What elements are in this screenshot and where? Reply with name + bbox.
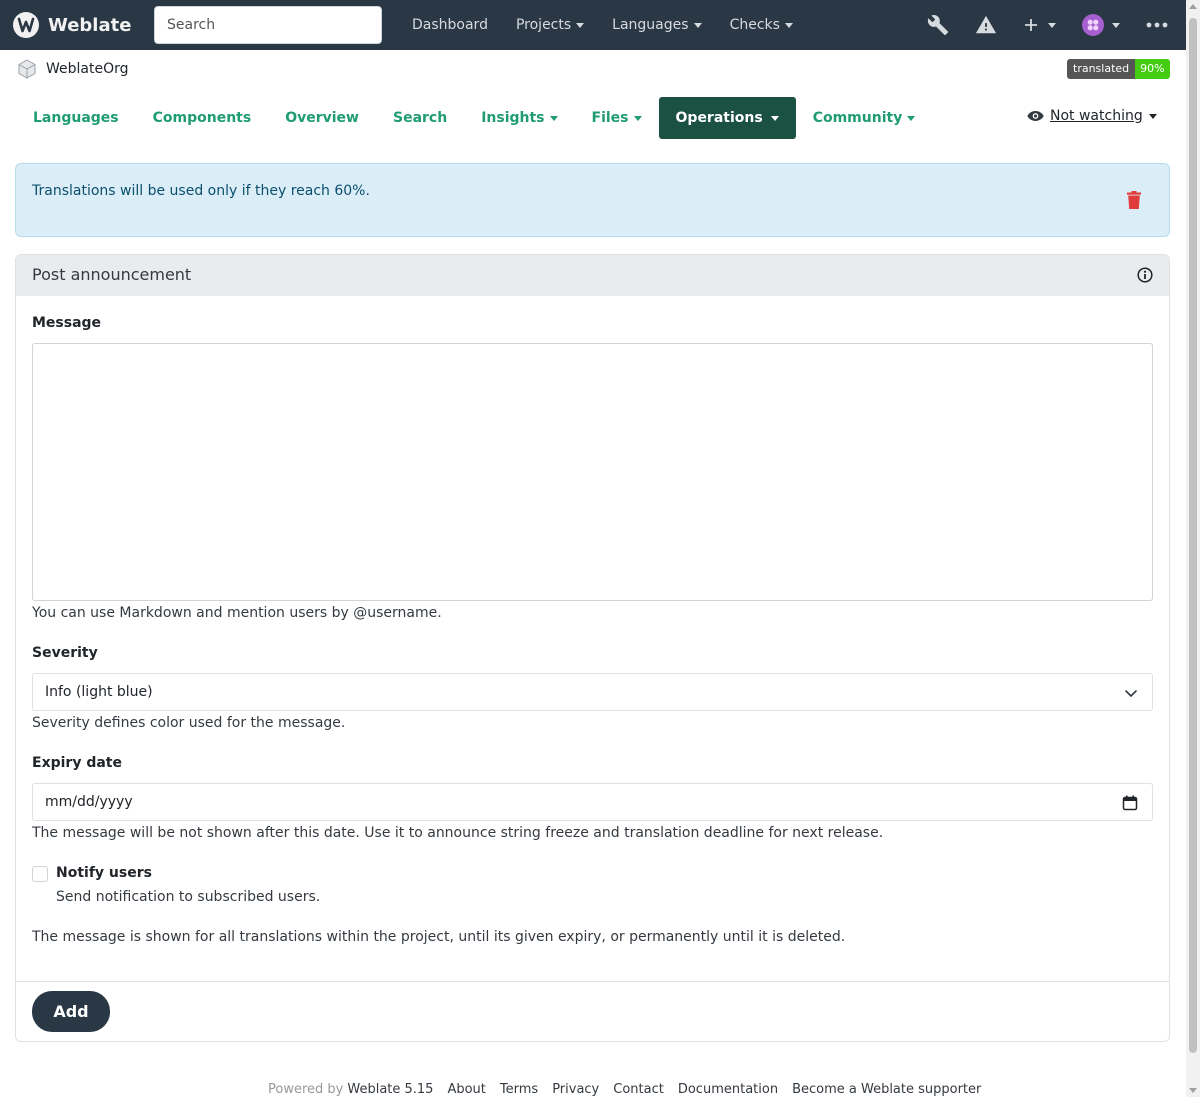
expiry-date-input[interactable]: mm/dd/yyyy [32,783,1153,821]
main-nav: Dashboard Projects Languages Checks [398,0,807,50]
card-title: Post announcement [32,265,192,284]
footer-version-link[interactable]: Weblate 5.15 [347,1082,433,1097]
user-menu[interactable] [1082,14,1120,36]
tab-overview[interactable]: Overview [268,97,376,139]
footer-supporter-link[interactable]: Become a Weblate supporter [792,1082,981,1097]
caret-down-icon [633,115,642,121]
watch-label: Not watching [1050,108,1143,124]
severity-label: Severity [32,645,98,661]
card-header: Post announcement [16,255,1169,296]
caret-down-icon [576,22,585,28]
tab-label: Community [812,110,903,126]
wrench-icon[interactable] [927,14,949,36]
tab-insights[interactable]: Insights [464,97,574,139]
powered-by-text: Powered by [268,1082,344,1097]
tab-label: Files [591,110,629,126]
notify-users-checkbox[interactable] [32,866,48,882]
severity-selected-value: Info (light blue) [45,684,153,700]
nav-languages[interactable]: Languages [598,17,715,33]
tab-label: Search [392,110,448,126]
trash-icon[interactable] [1127,191,1141,213]
footer-terms-link[interactable]: Terms [500,1082,538,1097]
expiry-label: Expiry date [32,755,122,771]
search-input[interactable] [154,6,382,44]
page-scrollbar[interactable] [1186,0,1200,1097]
breadcrumb: WeblateOrg [16,58,129,80]
expiry-help: The message will be not shown after this… [32,825,884,841]
expiry-placeholder: mm/dd/yyyy [45,794,133,810]
tab-label: Languages [33,110,119,126]
caret-down-icon [1112,22,1120,28]
message-textarea[interactable] [32,343,1153,601]
scroll-thumb[interactable] [1189,18,1197,1053]
tab-label: Operations [675,110,763,126]
caret-down-icon [1048,22,1056,28]
badge-value: 90% [1135,59,1170,79]
tab-community[interactable]: Community [796,97,933,139]
scroll-up-icon[interactable] [1189,4,1197,9]
tab-components[interactable]: Components [136,97,269,139]
tab-label: Components [152,110,252,126]
warning-icon[interactable] [975,14,997,36]
chevron-down-icon [1125,690,1137,697]
plus-icon[interactable] [1023,17,1056,33]
nav-projects-label: Projects [515,17,572,33]
caret-down-icon [693,22,702,28]
tab-operations[interactable]: Operations [658,97,796,139]
card-footer-divider [16,981,1169,982]
watch-dropdown[interactable]: Not watching [1027,108,1157,124]
nav-checks[interactable]: Checks [716,17,807,33]
nav-dashboard-label: Dashboard [412,17,488,33]
brand-link[interactable]: Weblate [12,11,131,39]
message-help: You can use Markdown and mention users b… [32,605,442,621]
notify-users-help: Send notification to subscribed users. [56,889,321,905]
caret-down-icon [907,115,916,121]
footer-about-link[interactable]: About [447,1082,485,1097]
page-footer: Powered by Weblate 5.15 About Terms Priv… [268,1082,981,1097]
calendar-icon[interactable] [1122,795,1138,811]
avatar [1082,14,1104,36]
brand-name: Weblate [48,14,132,36]
severity-help: Severity defines color used for the mess… [32,715,346,731]
tab-label: Insights [481,110,545,126]
eye-icon [1027,111,1044,121]
message-label: Message [32,315,102,331]
scope-help: The message is shown for all translation… [32,929,846,945]
footer-documentation-link[interactable]: Documentation [678,1082,778,1097]
tab-label: Overview [285,110,359,126]
caret-down-icon [784,22,793,28]
severity-select[interactable]: Info (light blue) [32,673,1153,711]
more-icon[interactable] [1146,22,1168,28]
announcement-alert: Translations will be used only if they r… [15,163,1170,237]
tab-languages[interactable]: Languages [16,97,136,139]
top-navbar: Weblate Dashboard Projects Languages Che… [0,0,1186,50]
nav-dashboard[interactable]: Dashboard [398,17,502,33]
tab-files[interactable]: Files [575,97,659,139]
breadcrumb-project[interactable]: WeblateOrg [46,61,129,77]
caret-down-icon [770,115,779,121]
caret-down-icon [549,115,558,121]
add-button[interactable]: Add [32,991,110,1032]
weblate-logo-icon [13,12,39,38]
scroll-down-icon[interactable] [1189,1088,1197,1093]
nav-right-tools [901,0,1168,50]
nav-languages-label: Languages [612,17,689,33]
footer-privacy-link[interactable]: Privacy [552,1082,599,1097]
info-icon[interactable] [1137,267,1153,287]
caret-down-icon [1148,113,1157,119]
project-tabs: Languages Components Overview Search Ins… [16,97,932,139]
footer-contact-link[interactable]: Contact [613,1082,664,1097]
notify-users-label[interactable]: Notify users [56,865,152,881]
badge-label: translated [1067,59,1136,79]
tab-search[interactable]: Search [376,97,464,139]
nav-projects[interactable]: Projects [502,17,598,33]
alert-text: Translations will be used only if they r… [32,183,370,199]
nav-checks-label: Checks [729,17,780,33]
translated-badge[interactable]: translated 90% [1067,59,1170,79]
project-box-icon [18,59,36,79]
post-announcement-card: Post announcement Message You can use Ma… [15,254,1170,1042]
